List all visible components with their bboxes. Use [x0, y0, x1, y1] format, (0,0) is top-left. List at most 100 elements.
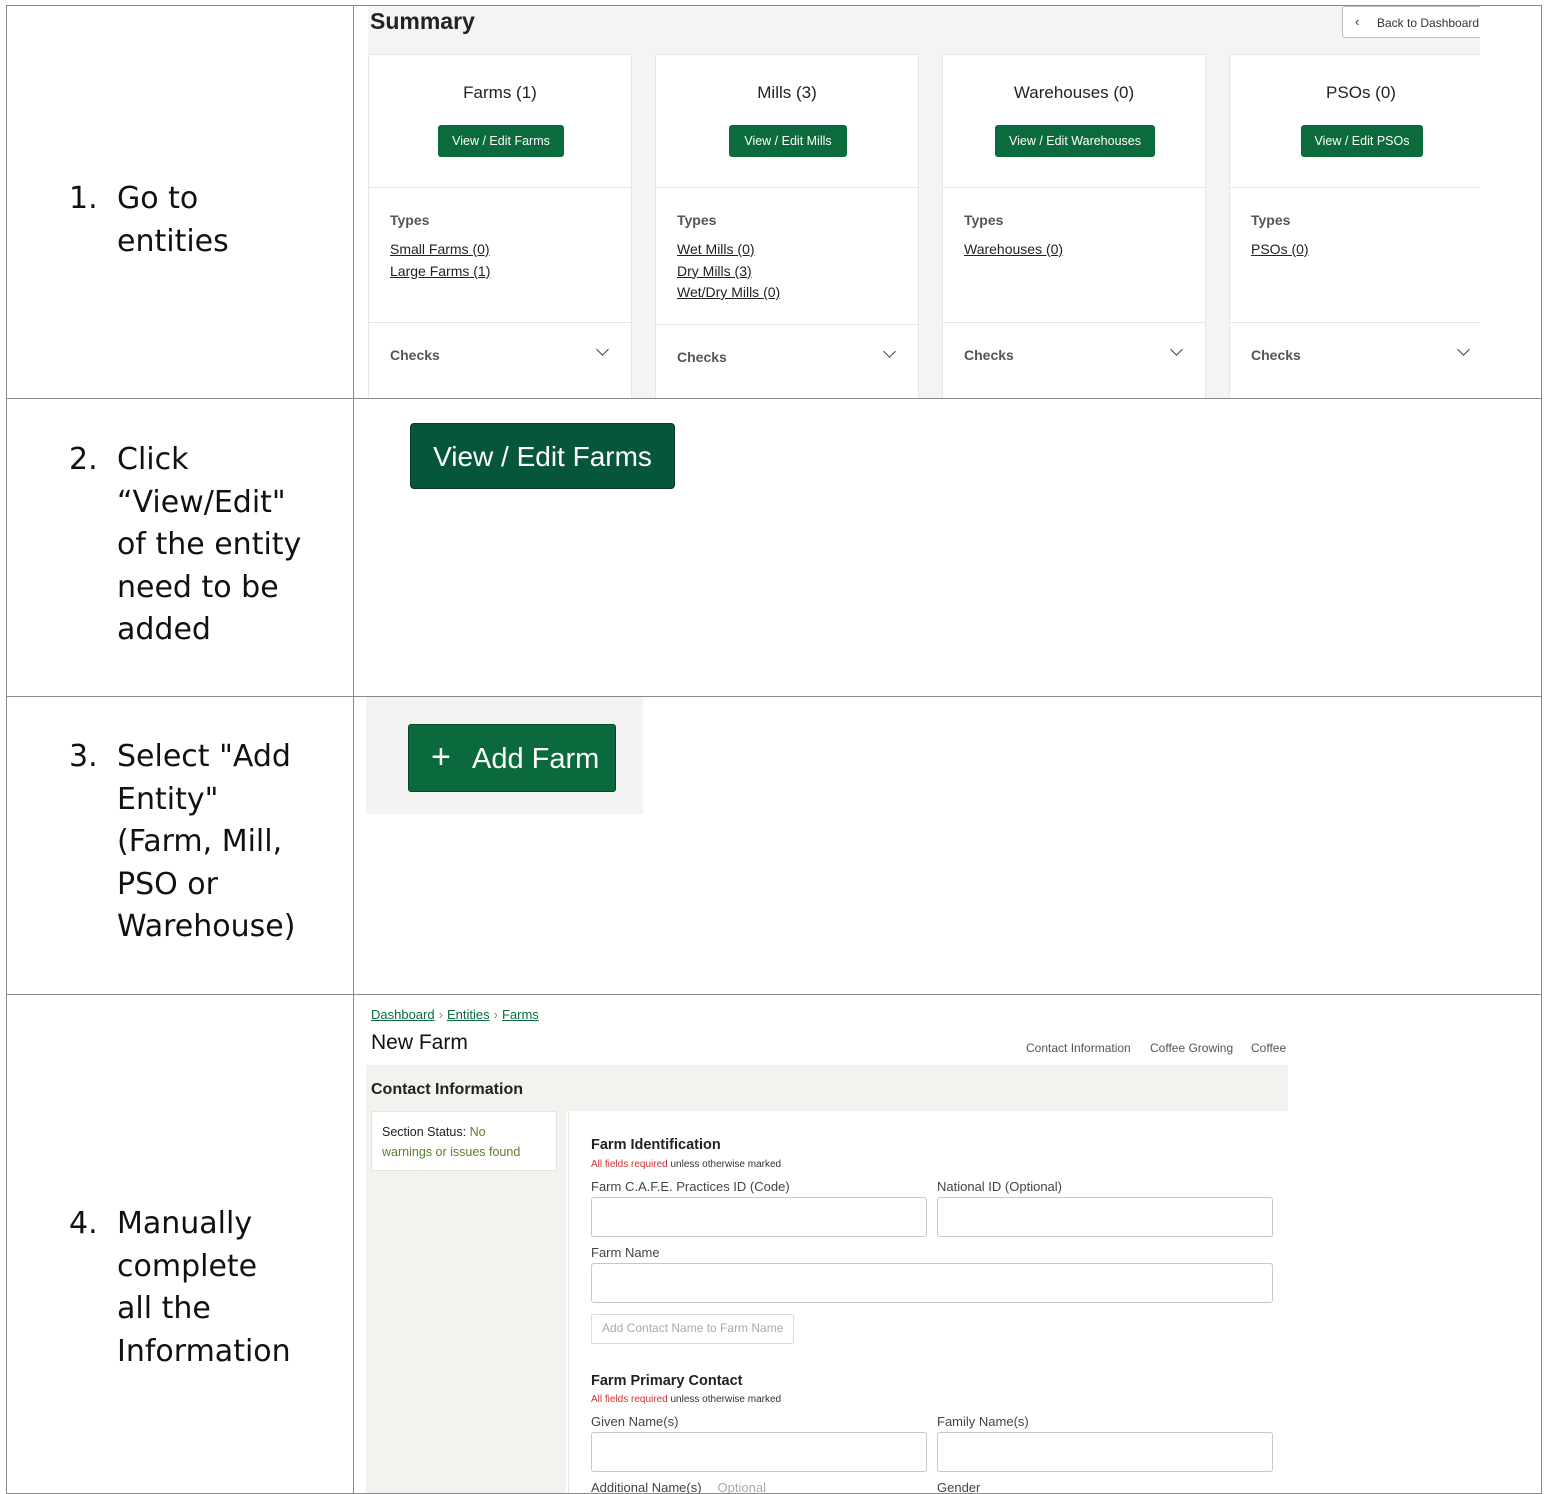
step-2-screenshot-cell: View / Edit Farms [353, 398, 1542, 697]
step-2-cell: 2. Click “View/Edit" of the entity need … [6, 398, 354, 697]
card-header: Mills (3) View / Edit Mills [656, 55, 918, 188]
required-note: All fields required unless otherwise mar… [591, 1159, 781, 1170]
back-to-dashboard-label: Back to Dashboard [1377, 16, 1480, 30]
chevron-down-icon [883, 345, 896, 358]
breadcrumb-separator-icon: › [438, 1007, 443, 1022]
types-heading: Types [1251, 212, 1291, 228]
step-instruction: Go to entities [117, 178, 353, 263]
psos-link[interactable]: PSOs (0) [1251, 239, 1309, 261]
section-header: Contact Information [366, 1065, 1288, 1111]
step-line: Select "Add [117, 739, 291, 774]
step-line: Go to [117, 181, 199, 216]
card-header: PSOs (0) View / Edit PSOs [1230, 55, 1480, 188]
required-note-red: All fields required [591, 1394, 668, 1405]
type-links: Wet Mills (0) Dry Mills (3) Wet/Dry Mill… [677, 239, 780, 304]
checks-accordion[interactable]: Checks [656, 324, 918, 398]
add-farm-label: Add Farm [472, 743, 600, 775]
section-header-label: Contact Information [371, 1081, 523, 1098]
breadcrumb-separator-icon: › [493, 1007, 498, 1022]
farm-name-input[interactable] [591, 1263, 1273, 1303]
card-title: Warehouses (0) [1013, 83, 1135, 102]
step-line: Entity" [117, 781, 219, 817]
national-id-input[interactable] [937, 1197, 1273, 1237]
checks-label: Checks [1251, 347, 1301, 363]
required-note-rest: unless otherwise marked [670, 1159, 782, 1170]
back-to-dashboard-button[interactable]: ‹ Back to Dashboard [1342, 6, 1480, 38]
nav-coffee[interactable]: Coffee [1251, 1041, 1286, 1055]
step-line: need to be [117, 569, 279, 605]
view-edit-farms-button[interactable]: View / Edit Farms [438, 125, 564, 157]
view-edit-psos-button[interactable]: View / Edit PSOs [1301, 125, 1423, 157]
warehouses-card: Warehouses (0) View / Edit Warehouses Ty… [942, 54, 1206, 398]
dry-mills-link[interactable]: Dry Mills (3) [677, 261, 780, 283]
step-line: Click [117, 442, 189, 477]
step-line: added [117, 612, 211, 647]
required-note: All fields required unless otherwise mar… [591, 1394, 781, 1405]
step-number: 4. [69, 1206, 98, 1241]
add-farm-button[interactable]: + Add Farm [408, 724, 616, 792]
types-heading: Types [677, 212, 717, 228]
step-line: (Farm, Mill, [117, 824, 283, 859]
card-title: PSOs (0) [1326, 83, 1396, 102]
breadcrumb-dashboard[interactable]: Dashboard [371, 1007, 435, 1022]
small-farms-link[interactable]: Small Farms (0) [390, 239, 490, 261]
wet-dry-mills-link[interactable]: Wet/Dry Mills (0) [677, 282, 780, 304]
nav-coffee-growing[interactable]: Coffee Growing [1150, 1041, 1233, 1055]
chevron-down-icon [596, 343, 609, 356]
additional-name-label: Additional Name(s) Optional [591, 1480, 766, 1493]
card-header: Warehouses (0) View / Edit Warehouses [943, 55, 1205, 188]
page-title: New Farm [371, 1031, 468, 1054]
status-value: warnings or issues found [382, 1145, 521, 1159]
given-name-input[interactable] [591, 1432, 927, 1472]
card-title: Farms (1) [463, 83, 537, 102]
card-header: Farms (1) View / Edit Farms [369, 55, 631, 188]
step-line: PSO or [117, 866, 218, 902]
step-line: “View/Edit" [117, 484, 286, 520]
given-name-label: Given Name(s) [591, 1414, 679, 1429]
chevron-left-icon: ‹ [1355, 14, 1360, 29]
checks-accordion[interactable]: Checks [943, 322, 1205, 398]
family-name-input[interactable] [937, 1432, 1273, 1472]
types-heading: Types [964, 212, 1004, 228]
types-heading: Types [390, 212, 430, 228]
checks-accordion[interactable]: Checks [369, 322, 631, 398]
add-farm-screenshot: + Add Farm [366, 697, 643, 814]
card-title: Mills (3) [757, 83, 817, 102]
view-edit-mills-button[interactable]: View / Edit Mills [729, 125, 847, 157]
checks-accordion[interactable]: Checks [1230, 322, 1480, 398]
plus-icon: + [431, 738, 451, 776]
step-line: complete [117, 1248, 258, 1284]
primary-contact-title: Farm Primary Contact [591, 1373, 743, 1389]
view-edit-farms-button-large[interactable]: View / Edit Farms [410, 423, 675, 489]
step-1-screenshot-cell: Summary ‹ Back to Dashboard Farms (1) Vi… [353, 5, 1542, 399]
large-farms-link[interactable]: Large Farms (1) [390, 261, 490, 283]
steps-table: 1. Go to entities Summary ‹ Back to Dash… [6, 5, 1542, 1494]
wet-mills-link[interactable]: Wet Mills (0) [677, 239, 780, 261]
nav-contact-information[interactable]: Contact Information [1026, 1041, 1131, 1055]
status-value: No [469, 1125, 486, 1139]
step-line: of the entity [117, 527, 302, 562]
new-farm-screenshot: Dashboard › Entities › Farms New Farm Contac… [366, 995, 1288, 1493]
national-id-label: National ID (Optional) [937, 1179, 1062, 1194]
form-main: Farm Identification All fields required … [568, 1111, 1288, 1493]
view-edit-warehouses-button[interactable]: View / Edit Warehouses [995, 125, 1155, 157]
step-number: 2. [69, 442, 98, 477]
farm-identification-title: Farm Identification [591, 1137, 721, 1153]
step-line: Warehouse) [117, 909, 296, 944]
warehouses-link[interactable]: Warehouses (0) [964, 239, 1063, 261]
step-instruction: Click “View/Edit" of the entity need to … [117, 439, 353, 652]
add-contact-name-button[interactable]: Add Contact Name to Farm Name [591, 1314, 795, 1344]
cafe-id-input[interactable] [591, 1197, 927, 1237]
status-label: Section Status: [382, 1125, 467, 1139]
farms-card: Farms (1) View / Edit Farms Types Small … [368, 54, 632, 398]
breadcrumb-entities[interactable]: Entities [447, 1007, 490, 1022]
breadcrumb-farms[interactable]: Farms [502, 1007, 539, 1022]
step-instruction: Select "Add Entity" (Farm, Mill, PSO or … [117, 736, 353, 949]
step-line: all the [117, 1291, 211, 1326]
required-note-rest: unless otherwise marked [670, 1394, 782, 1405]
chevron-down-icon [1170, 343, 1183, 356]
type-links: Warehouses (0) [964, 239, 1063, 261]
required-note-red: All fields required [591, 1159, 668, 1170]
step-line: entities [117, 223, 229, 259]
step-3-screenshot-cell: + Add Farm [353, 696, 1542, 995]
